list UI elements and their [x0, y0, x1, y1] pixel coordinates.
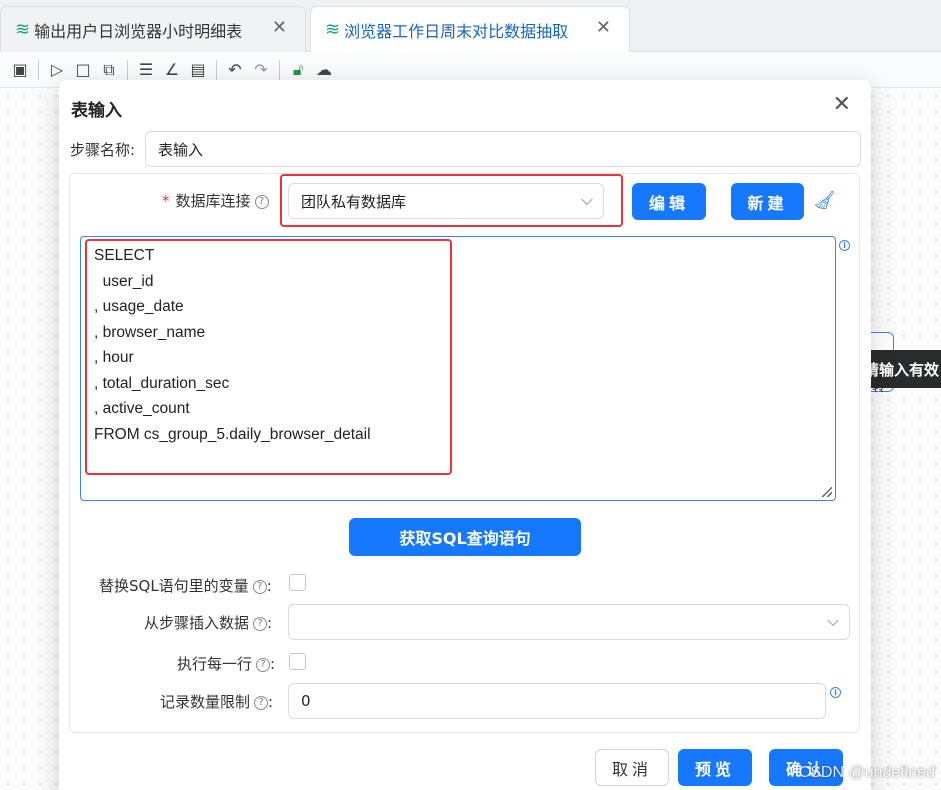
sql-line: FROM cs_group_5.daily_browser_detail: [94, 425, 371, 443]
step-name-value: 表输入: [158, 140, 204, 159]
flow-icon: ≋: [15, 19, 31, 40]
insert-from-step-select[interactable]: [288, 604, 850, 640]
db-connection-value: 团队私有数据库: [301, 192, 407, 211]
save-icon[interactable]: ▣: [10, 60, 30, 80]
replace-vars-label-text: 替换SQL语句里的变量: [99, 577, 249, 595]
table-input-dialog: 表输入 ✕ 步骤名称: 表输入 * 数据库连接? 团队私有数据库 编辑 新建 🧹︎…: [59, 80, 871, 790]
get-sql-button[interactable]: 获取SQL查询语句: [349, 518, 581, 556]
chart-icon[interactable]: ∠: [162, 60, 182, 80]
chevron-down-icon: [581, 193, 593, 206]
lock-icon[interactable]: 🔓︎: [288, 60, 308, 80]
resize-handle[interactable]: [822, 487, 832, 497]
toolbar-divider: [279, 59, 280, 80]
tab-close-icon[interactable]: ✕: [272, 17, 287, 38]
tab-label: 输出用户日浏览器小时明细表: [34, 21, 243, 41]
limit-label-text: 记录数量限制: [160, 693, 251, 711]
db-connection-label-text: 数据库连接: [175, 192, 251, 210]
tab-user-browser-hourly[interactable]: ≋ 输出用户日浏览器小时明细表 ✕: [0, 6, 306, 52]
insert-from-step-label: 从步骤插入数据?:: [144, 612, 272, 633]
close-icon[interactable]: ✕: [833, 94, 851, 116]
redo-icon[interactable]: ↷: [251, 60, 271, 80]
step-name-label: 步骤名称:: [70, 141, 136, 159]
replace-vars-label: 替换SQL语句里的变量?:: [99, 575, 272, 596]
sql-line: , browser_name: [94, 323, 206, 341]
execute-each-row-label: 执行每一行?:: [177, 653, 275, 674]
help-icon[interactable]: ?: [254, 695, 269, 710]
toolbar-divider: [127, 59, 128, 80]
watermark: CSDN @undefined: [798, 764, 935, 781]
label-colon: :: [270, 655, 276, 673]
info-icon[interactable]: i: [830, 687, 841, 698]
grid-icon[interactable]: ☰: [136, 60, 156, 80]
execute-each-row-label-text: 执行每一行: [177, 655, 253, 673]
db-connection-select[interactable]: 团队私有数据库: [288, 183, 604, 219]
sql-line: , hour: [94, 349, 134, 366]
debug-icon[interactable]: ⧉: [99, 60, 119, 80]
new-button[interactable]: 新建: [731, 183, 804, 220]
limit-input[interactable]: 0: [288, 683, 826, 719]
sql-text: SELECT user_id , usage_date , browser_na…: [94, 246, 371, 450]
clean-icon[interactable]: 🧹︎: [813, 190, 836, 211]
upload-icon[interactable]: ☁: [314, 60, 334, 80]
tab-label: 浏览器工作日周末对比数据抽取: [344, 21, 569, 41]
edit-button[interactable]: 编辑: [632, 183, 706, 220]
chevron-down-icon: [827, 614, 839, 627]
label-colon: :: [267, 614, 273, 632]
sql-line: , usage_date: [94, 298, 184, 315]
db-connection-label: * 数据库连接?: [162, 190, 269, 211]
sql-line: user_id: [94, 272, 154, 290]
flow-icon: ≋: [325, 19, 341, 40]
sql-line: , active_count: [94, 400, 190, 417]
cancel-button[interactable]: 取消: [595, 749, 669, 786]
toolbar-divider: [38, 59, 39, 80]
sql-line: SELECT: [94, 247, 155, 264]
step-name-input[interactable]: 表输入: [145, 131, 861, 167]
tab-bar: ≋ 输出用户日浏览器小时明细表 ✕ ≋ 浏览器工作日周末对比数据抽取 ✕: [0, 0, 941, 52]
info-icon[interactable]: i: [839, 240, 850, 251]
sql-line: , total_duration_sec: [94, 374, 230, 392]
tooltip-text: 请输入有效: [864, 360, 940, 379]
limit-label: 记录数量限制?:: [160, 691, 273, 712]
undo-icon[interactable]: ↶: [225, 60, 245, 80]
toolbar-divider: [216, 59, 217, 80]
label-colon: :: [268, 693, 274, 711]
stop-icon[interactable]: □: [73, 60, 93, 80]
label-colon: :: [266, 577, 272, 595]
sql-editor[interactable]: SELECT user_id , usage_date , browser_na…: [80, 236, 836, 501]
help-icon[interactable]: ?: [254, 194, 269, 209]
dialog-title: 表输入: [71, 101, 122, 121]
help-icon[interactable]: ?: [252, 579, 267, 594]
help-icon[interactable]: ?: [256, 657, 271, 672]
limit-value: 0: [301, 692, 311, 710]
tab-browser-weekday-compare[interactable]: ≋ 浏览器工作日周末对比数据抽取 ✕: [310, 6, 630, 52]
execute-each-row-checkbox[interactable]: [289, 653, 306, 670]
help-icon[interactable]: ?: [253, 616, 268, 631]
metrics-icon[interactable]: ▤: [188, 60, 208, 80]
preview-button[interactable]: 预览: [678, 749, 752, 786]
replace-vars-checkbox[interactable]: [289, 574, 306, 591]
tab-close-icon[interactable]: ✕: [596, 17, 611, 38]
insert-from-step-label-text: 从步骤插入数据: [144, 614, 250, 632]
run-icon[interactable]: ▷: [47, 60, 67, 80]
required-mark: *: [162, 192, 170, 210]
